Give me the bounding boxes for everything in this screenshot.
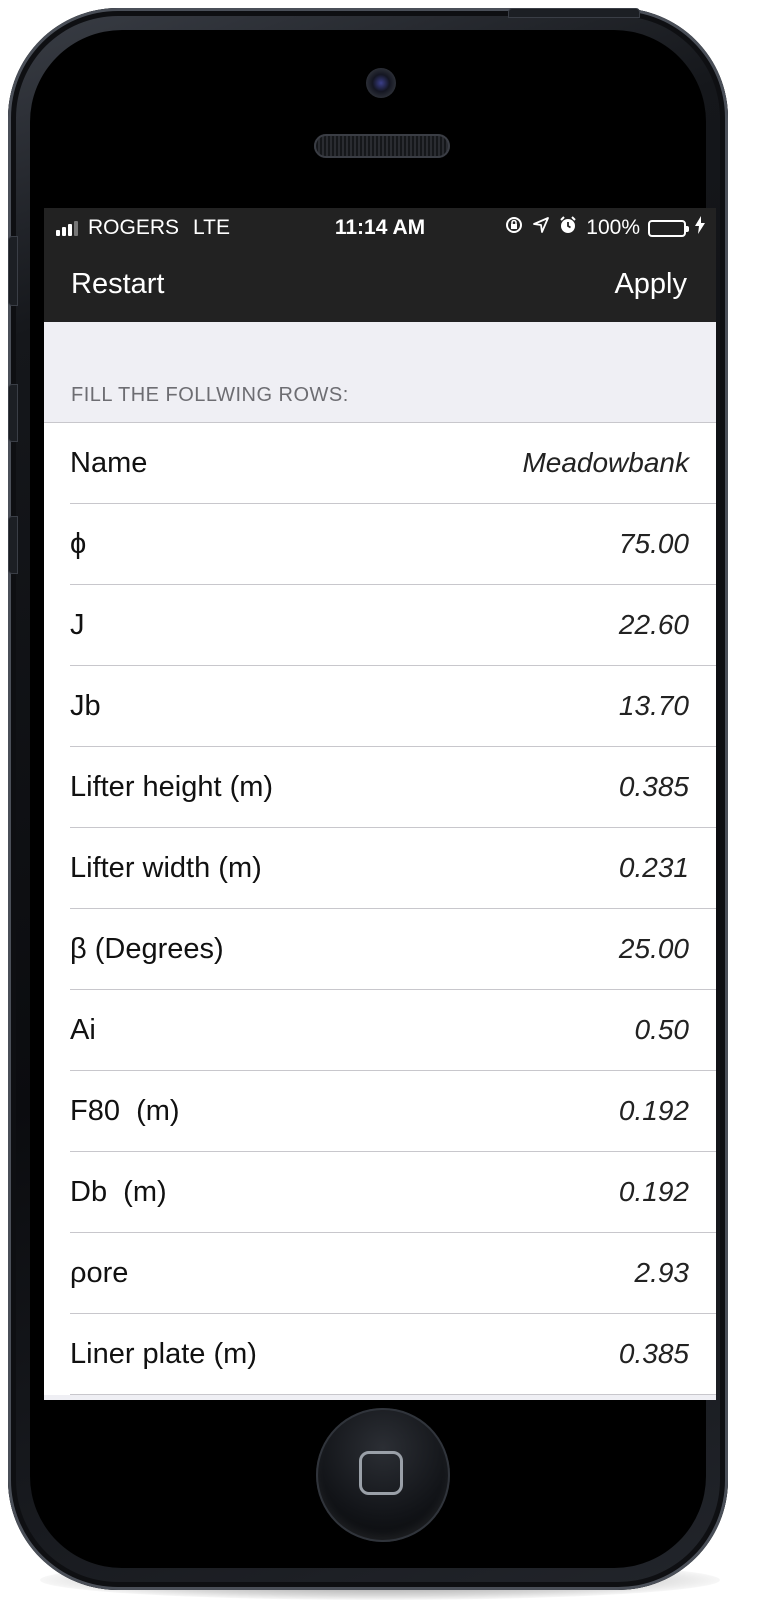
row-label: Db (m) xyxy=(70,1176,167,1208)
status-bar: ROGERS LTE 11:14 AM 100% xyxy=(44,208,716,248)
battery-icon xyxy=(648,219,689,237)
row-value[interactable]: Meadowbank xyxy=(522,447,689,479)
row-value[interactable]: 0.385 xyxy=(619,1338,689,1370)
input-table: Name Meadowbank ϕ 75.00 J 22.60 Jb 13.70… xyxy=(44,422,716,1395)
row-lifter-height[interactable]: Lifter height (m) 0.385 xyxy=(44,747,716,828)
row-rho-ore[interactable]: ρore 2.93 xyxy=(44,1233,716,1314)
row-value[interactable]: 0.192 xyxy=(619,1095,689,1127)
row-label: Jb xyxy=(70,690,101,722)
section-header: FILL THE FOLLWING ROWS: xyxy=(71,384,349,406)
row-value[interactable]: 13.70 xyxy=(619,690,689,722)
volume-up-button xyxy=(8,384,18,442)
row-jb[interactable]: Jb 13.70 xyxy=(44,666,716,747)
volume-down-button xyxy=(8,516,18,574)
row-db[interactable]: Db (m) 0.192 xyxy=(44,1152,716,1233)
home-square-icon xyxy=(359,1451,403,1495)
row-label: J xyxy=(70,609,85,641)
row-value[interactable]: 25.00 xyxy=(619,933,689,965)
battery-percent: 100% xyxy=(586,216,640,239)
row-value[interactable]: 0.385 xyxy=(619,771,689,803)
row-value[interactable]: 22.60 xyxy=(619,609,689,641)
row-label: ϕ xyxy=(70,528,87,560)
row-label: Name xyxy=(70,447,148,479)
row-label: F80 (m) xyxy=(70,1095,180,1127)
charging-bolt-icon xyxy=(694,215,706,241)
home-button[interactable] xyxy=(316,1408,450,1542)
row-label: Lifter width (m) xyxy=(70,852,262,884)
status-bar-right: 100% xyxy=(504,215,706,241)
row-lifter-width[interactable]: Lifter width (m) 0.231 xyxy=(44,828,716,909)
row-j[interactable]: J 22.60 xyxy=(44,585,716,666)
row-value[interactable]: 0.50 xyxy=(635,1014,690,1046)
row-value[interactable]: 75.00 xyxy=(619,528,689,560)
rotation-lock-icon xyxy=(504,215,524,241)
row-value[interactable]: 0.231 xyxy=(619,852,689,884)
navigation-bar: Restart Apply xyxy=(44,248,716,322)
restart-button[interactable]: Restart xyxy=(71,268,164,301)
alarm-icon xyxy=(558,215,578,241)
screen: ROGERS LTE 11:14 AM 100% Restart Apply F… xyxy=(44,208,716,1400)
row-liner-plate[interactable]: Liner plate (m) 0.385 xyxy=(44,1314,716,1395)
row-ai[interactable]: Ai 0.50 xyxy=(44,990,716,1071)
row-label: ρore xyxy=(70,1257,129,1289)
row-phi[interactable]: ϕ 75.00 xyxy=(44,504,716,585)
front-camera xyxy=(366,68,396,98)
row-value[interactable]: 2.93 xyxy=(635,1257,690,1289)
row-name[interactable]: Name Meadowbank xyxy=(44,423,716,504)
mute-switch xyxy=(8,236,18,306)
row-f80[interactable]: F80 (m) 0.192 xyxy=(44,1071,716,1152)
row-label: Liner plate (m) xyxy=(70,1338,257,1370)
row-beta[interactable]: β (Degrees) 25.00 xyxy=(44,909,716,990)
row-label: Ai xyxy=(70,1014,96,1046)
row-label: Lifter height (m) xyxy=(70,771,274,803)
earpiece-speaker xyxy=(314,134,450,158)
row-label: β (Degrees) xyxy=(70,933,224,965)
power-button xyxy=(508,8,640,18)
row-value[interactable]: 0.192 xyxy=(619,1176,689,1208)
location-arrow-icon xyxy=(532,216,550,240)
apply-button[interactable]: Apply xyxy=(614,268,687,301)
